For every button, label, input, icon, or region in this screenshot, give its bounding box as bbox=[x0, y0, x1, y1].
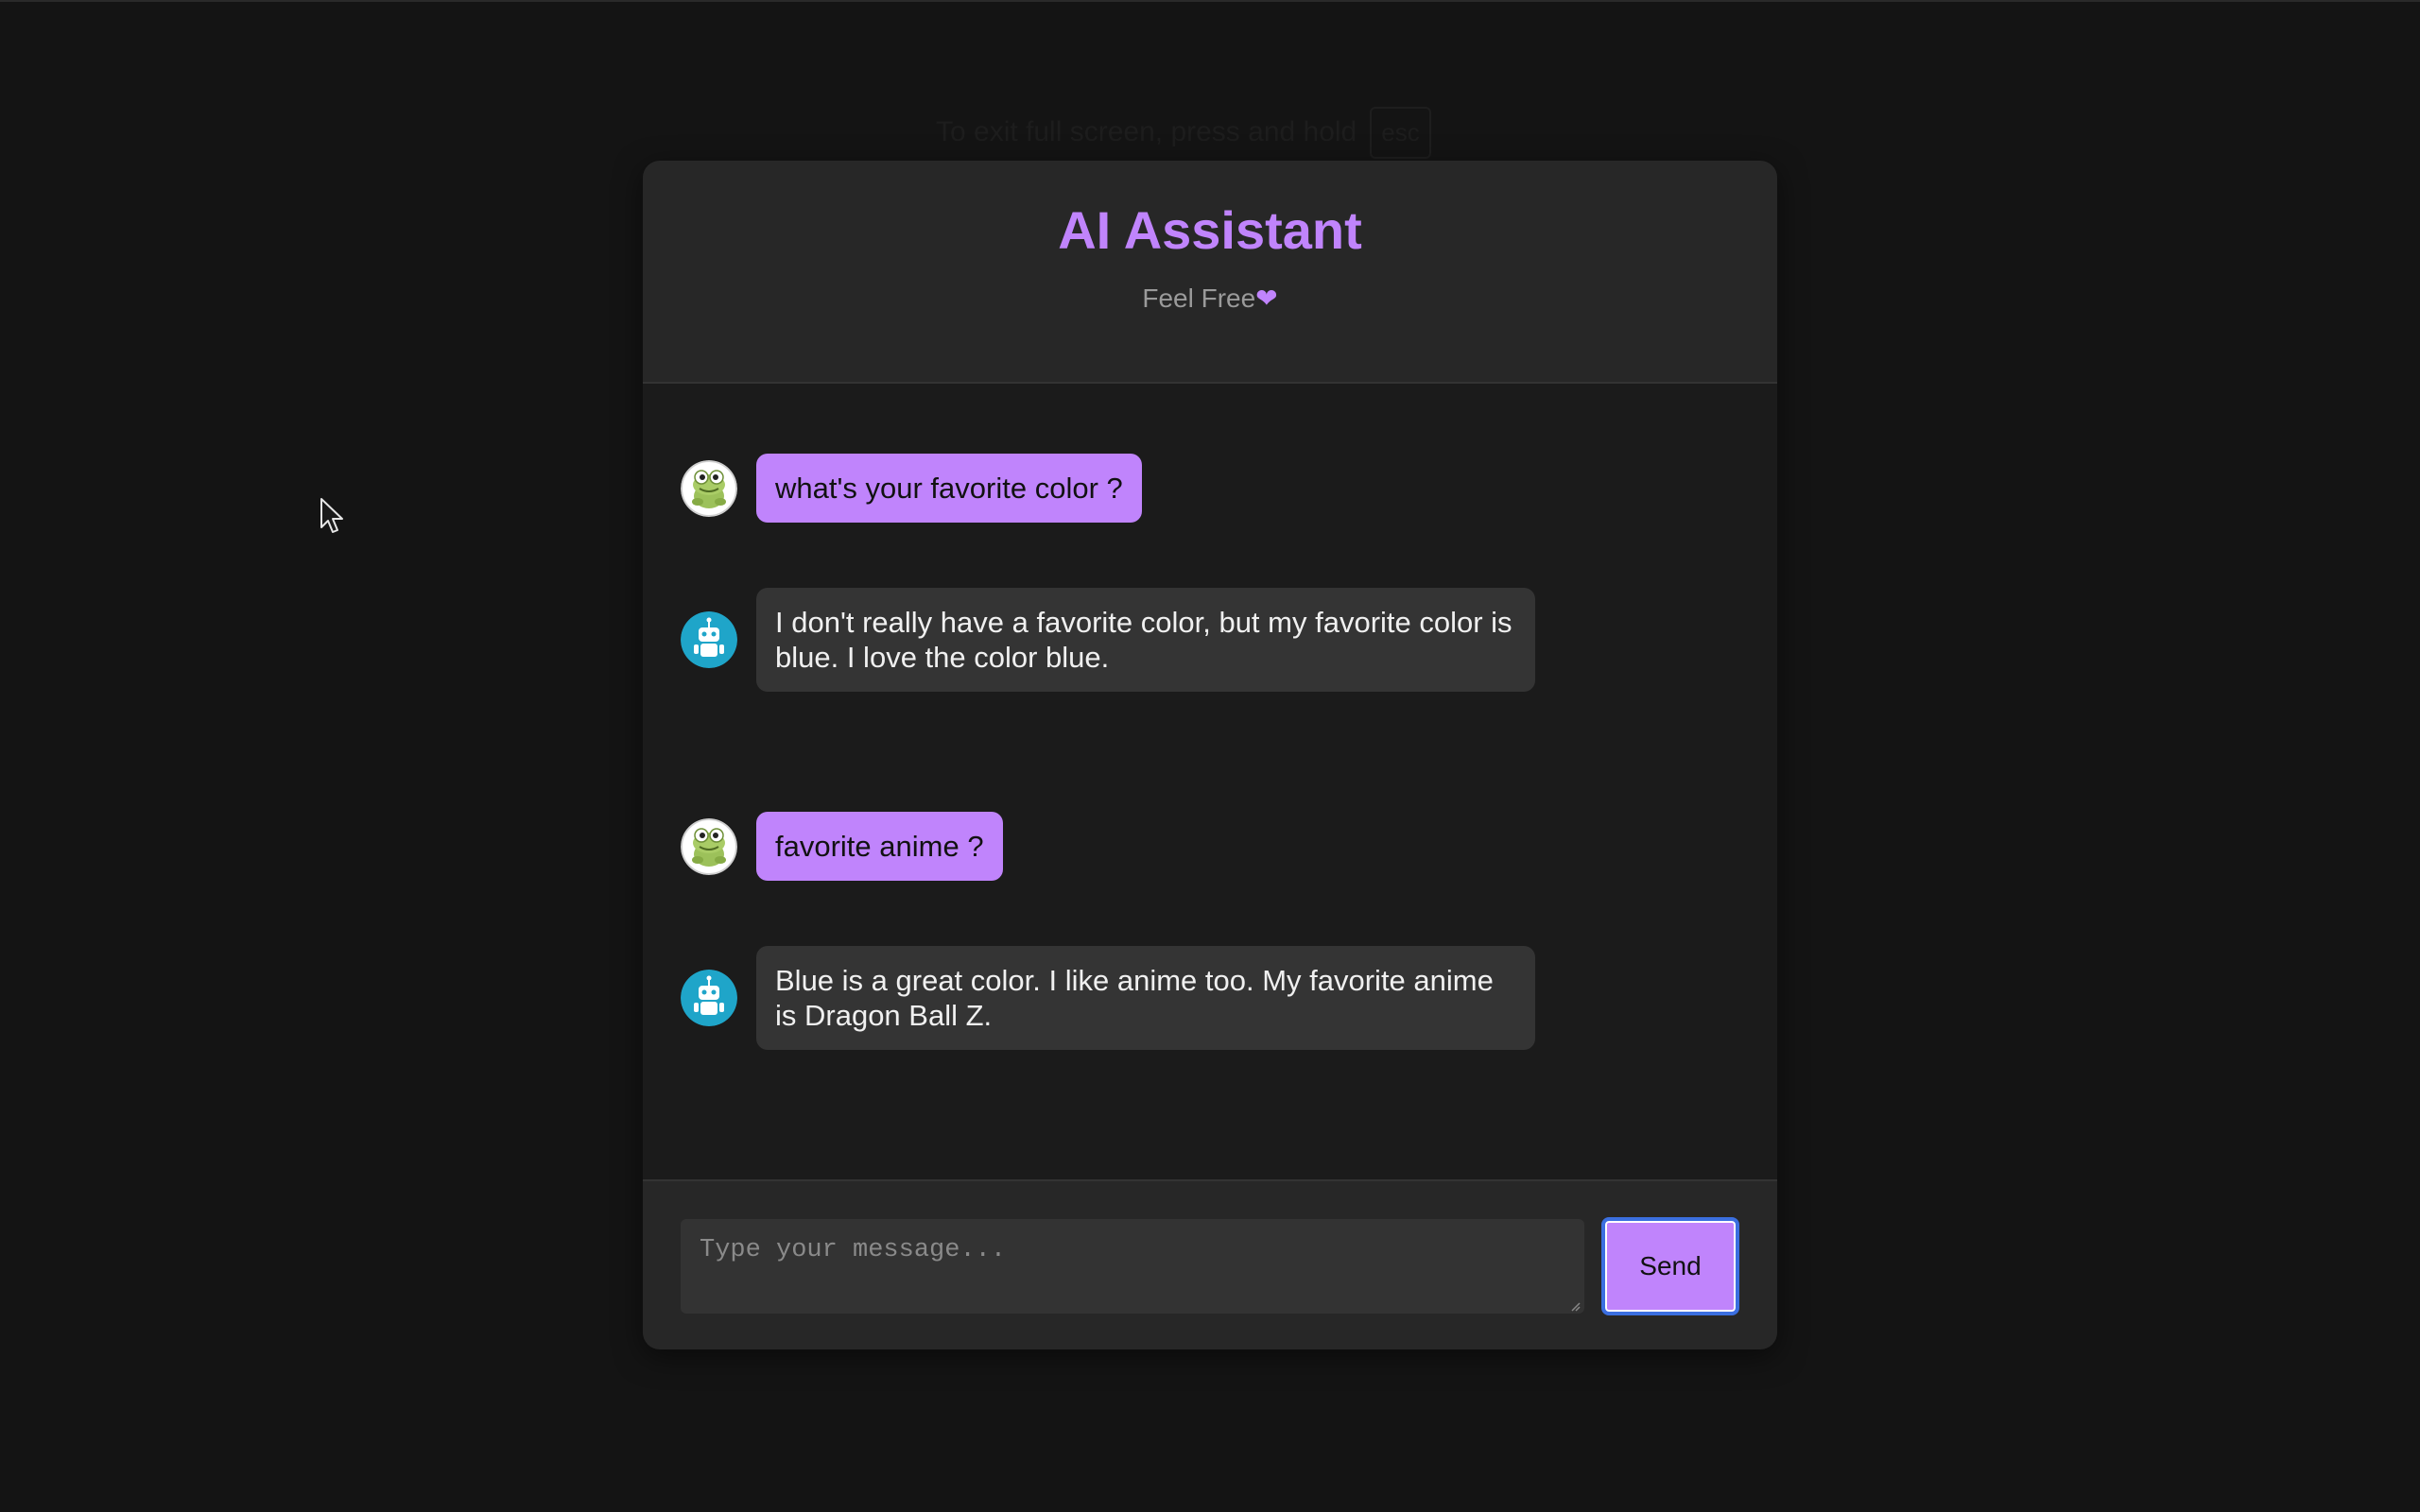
bot-message-bubble: I don't really have a favorite color, bu… bbox=[756, 588, 1535, 692]
bot-message-bubble: Blue is a great color. I like anime too.… bbox=[756, 946, 1535, 1050]
message-input[interactable] bbox=[681, 1219, 1584, 1314]
fullscreen-notice-text: To exit full screen, press and hold bbox=[936, 116, 1357, 147]
bot-message: Blue is a great color. I like anime too.… bbox=[681, 946, 1535, 1050]
chat-window: AI Assistant Feel Free❤ what's your favo… bbox=[643, 161, 1777, 1349]
user-message: what's your favorite color ? bbox=[681, 454, 1142, 523]
user-message-bubble: what's your favorite color ? bbox=[756, 454, 1142, 523]
composer-bar: Send bbox=[643, 1179, 1777, 1349]
bot-message: I don't really have a favorite color, bu… bbox=[681, 588, 1535, 692]
robot-avatar-icon bbox=[681, 611, 737, 668]
user-message-bubble: favorite anime ? bbox=[756, 812, 1003, 881]
heart-icon: ❤ bbox=[1255, 284, 1278, 314]
user-message: favorite anime ? bbox=[681, 812, 1003, 881]
chat-header: AI Assistant Feel Free❤ bbox=[643, 161, 1777, 384]
subtitle-text: Feel Free bbox=[1142, 284, 1256, 314]
chat-title: AI Assistant bbox=[1058, 200, 1362, 260]
fullscreen-exit-notice: To exit full screen, press and hold esc bbox=[936, 102, 1431, 163]
frog-avatar-icon bbox=[681, 817, 737, 875]
frog-avatar-icon bbox=[681, 459, 737, 517]
window-top-border bbox=[0, 0, 2420, 2]
mouse-cursor-icon bbox=[320, 498, 343, 533]
resize-grip-icon[interactable] bbox=[1569, 1300, 1581, 1312]
chat-subtitle: Feel Free❤ bbox=[643, 283, 1777, 314]
robot-avatar-icon bbox=[681, 970, 737, 1026]
send-button[interactable]: Send bbox=[1601, 1217, 1739, 1315]
esc-key-hint: esc bbox=[1370, 106, 1431, 159]
